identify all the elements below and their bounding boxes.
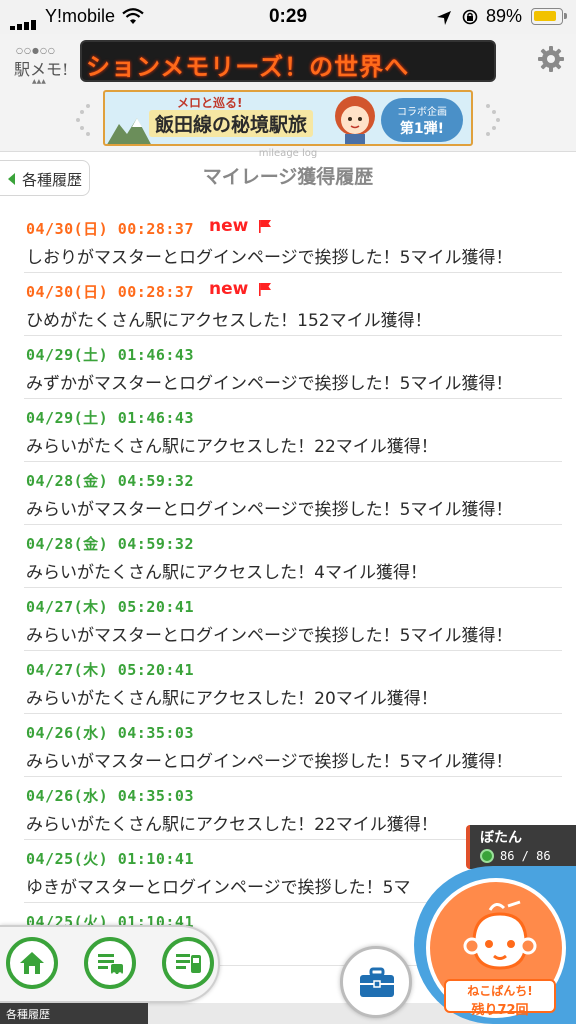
badge-line2: 第1弾! (399, 121, 445, 137)
hp-icon (480, 849, 494, 863)
banner-badge: コラボ企画 第1弾! (381, 98, 463, 142)
nav-label-bar: 各種履歴 (0, 1003, 148, 1024)
banner-title: 飯田線の秘境駅旅 (149, 110, 314, 137)
logo-underline: ▲▲▲ (32, 78, 46, 85)
log-entry-date: 04/27(木) 05:20:41 (26, 661, 194, 679)
log-entry: 04/30(日) 00:28:37 new ひめがたくさん駅にアクセスした！152マ… (24, 273, 562, 336)
log-entry-date: 04/28(金) 04:59:32 (26, 472, 194, 490)
marquee-text: ションメモリーズ！の世界へ (86, 53, 410, 81)
log-entry-text: みらいがたくさん駅にアクセスした！4マイル獲得！ (26, 563, 427, 583)
neko-punch-label: ねこぱんち! 残り72回 (444, 979, 556, 1018)
log-entry: 04/26(水) 04:35:03 みらいがマスターとログインページで挨拶した！5… (24, 714, 562, 777)
flag-icon (259, 283, 271, 296)
neko-punch-button[interactable]: ねこぱんち! 残り72回 (414, 866, 576, 1024)
neko-punch-face: ねこぱんち! 残り72回 (426, 878, 566, 1018)
gear-icon[interactable] (538, 46, 564, 72)
train-list-icon (98, 954, 123, 976)
log-entry-text: みらいがたくさん駅にアクセスした！22マイル獲得！ (26, 437, 438, 457)
log-entry: 04/28(金) 04:59:32 みらいがマスターとログインページで挨拶した！5… (24, 462, 562, 525)
neko-punch-title: ねこぱんち! (467, 984, 533, 998)
log-entry-date: 04/27(木) 05:20:41 (26, 598, 194, 616)
log-entry-text: みらいがマスターとログインページで挨拶した！5マイル獲得！ (26, 752, 513, 772)
banner-tagline: メロと巡る! (177, 96, 243, 110)
decorative-dots-right (486, 104, 500, 136)
status-bar: Y!mobile 0:29 89% (0, 0, 576, 34)
train-log-button[interactable] (162, 937, 214, 989)
back-label: 各種履歴 (22, 171, 83, 189)
character-face-icon (463, 900, 537, 970)
decorative-dots-left (76, 104, 90, 136)
marquee-board: ションメモリーズ！の世界へ (80, 40, 496, 82)
location-arrow-icon (437, 11, 451, 25)
log-entry-text: みらいがマスターとログインページで挨拶した！5マイル獲得！ (26, 626, 513, 646)
train-log-icon (176, 954, 201, 973)
log-entry-date: 04/26(水) 04:35:03 (26, 724, 194, 742)
badge-line1: コラボ企画 (397, 107, 447, 118)
event-banner[interactable]: メロと巡る! 飯田線の秘境駅旅 コラボ企画 第1弾! (103, 90, 473, 146)
partner-hp: 86 / 86 (500, 849, 551, 863)
log-entry-date: 04/30(日) 00:28:37 (26, 220, 194, 238)
log-entry: 04/27(木) 05:20:41 みらいがたくさん駅にアクセスした！20マイル獲… (24, 651, 562, 714)
log-entry-date: 04/26(水) 04:35:03 (26, 787, 194, 805)
flag-icon (259, 220, 271, 233)
new-badge: new (209, 279, 249, 299)
log-entry-text: みらいがたくさん駅にアクセスした！20マイル獲得！ (26, 689, 438, 709)
partner-status[interactable]: ぼたん 86 / 86 (466, 825, 576, 869)
log-entry-text: みずかがマスターとログインページで挨拶した！5マイル獲得！ (26, 374, 513, 394)
app-header: ○○●○○ 駅メモ! ▲▲▲ ションメモリーズ！の世界へ メロと巡る! 飯田線の… (0, 34, 576, 152)
log-entry-text: みらいがマスターとログインページで挨拶した！5マイル獲得！ (26, 500, 513, 520)
log-entry-date: 04/29(土) 01:46:43 (26, 409, 194, 427)
log-entry: 04/27(木) 05:20:41 みらいがマスターとログインページで挨拶した！5… (24, 588, 562, 651)
logo-dots: ○○●○○ (16, 46, 56, 55)
log-entry-text: みらいがたくさん駅にアクセスした！22マイル獲得！ (26, 815, 438, 835)
log-entry: 04/29(土) 01:46:43 みずかがマスターとログインページで挨拶した！5… (24, 336, 562, 399)
battery-icon (531, 8, 567, 25)
rotation-lock-icon (462, 9, 478, 25)
log-entry-date: 04/29(土) 01:46:43 (26, 346, 194, 364)
home-button[interactable] (6, 937, 58, 989)
log-entry: 04/30(日) 00:28:37 new しおりがマスターとログインページで挨拶し… (24, 210, 562, 273)
briefcase-icon (360, 967, 394, 997)
app-logo[interactable]: ○○●○○ 駅メモ! ▲▲▲ (10, 42, 74, 86)
station-list-button[interactable] (84, 937, 136, 989)
neko-punch-remaining: 残り72回 (471, 1003, 529, 1018)
back-arrow-icon (8, 173, 15, 185)
log-entry-text: ひめがたくさん駅にアクセスした！152マイル獲得！ (26, 311, 432, 331)
bottom-nav-panel (0, 925, 220, 1003)
new-badge: new (209, 216, 249, 236)
back-to-history-button[interactable]: 各種履歴 (0, 160, 90, 196)
partner-name: ぼたん (480, 830, 522, 846)
mountain-illustration (107, 118, 151, 144)
log-entry: 04/29(土) 01:46:43 みらいがたくさん駅にアクセスした！22マイル獲… (24, 399, 562, 462)
log-entry: 04/28(金) 04:59:32 みらいがたくさん駅にアクセスした！4マイル獲得… (24, 525, 562, 588)
log-entry-date: 04/25(火) 01:10:41 (26, 850, 194, 868)
page-subtitle: mileage log (258, 148, 318, 159)
logo-text: 駅メモ! (14, 60, 69, 79)
log-entry-text: しおりがマスターとログインページで挨拶した！5マイル獲得！ (26, 248, 513, 268)
battery-percent: 89% (486, 6, 523, 26)
character-portrait (335, 96, 375, 144)
item-box-button[interactable] (340, 946, 412, 1018)
home-icon (20, 952, 44, 974)
log-entry-date: 04/30(日) 00:28:37 (26, 283, 194, 301)
log-entry-text: ゆきがマスターとログインページで挨拶した！5マ (26, 878, 411, 898)
log-entry-date: 04/28(金) 04:59:32 (26, 535, 194, 553)
nav-label: 各種履歴 (6, 1008, 50, 1021)
